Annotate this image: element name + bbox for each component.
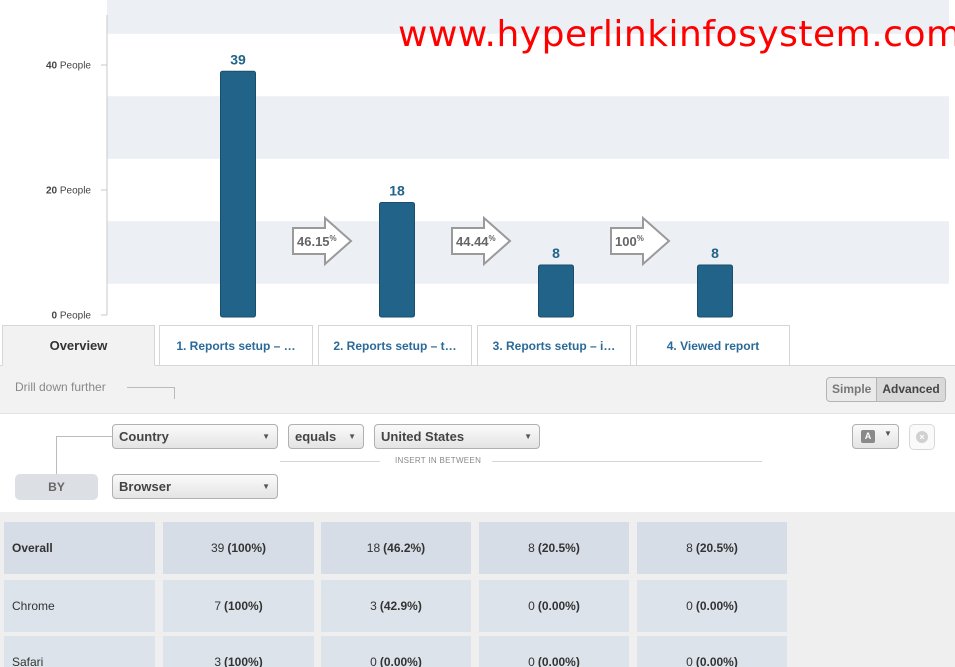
cell-percent: (20.5%): [695, 541, 738, 555]
cell-percent: (0.00%): [537, 655, 580, 667]
y-tick-label: 20 People: [46, 186, 91, 197]
chevron-down-icon: ▼: [262, 482, 270, 491]
breakdown-value: Browser: [119, 479, 172, 494]
watermark-text: www.hyperlinkinfosystem.com: [398, 14, 955, 55]
tab-overview[interactable]: Overview: [2, 325, 155, 366]
table-cell: 8 (20.5%): [637, 522, 787, 574]
cell-count: 7: [214, 599, 221, 613]
cell-percent: (20.5%): [537, 541, 580, 555]
cell-count: 0: [686, 599, 693, 613]
table-cell: 7 (100%): [163, 580, 314, 632]
connector-line: [56, 436, 112, 437]
table-cell: 0 (0.00%): [637, 580, 787, 632]
type-a-icon: A: [861, 430, 875, 443]
mode-toggle: Simple Advanced: [826, 377, 946, 402]
operator-value: equals: [295, 429, 337, 444]
simple-mode-button[interactable]: Simple: [827, 378, 876, 401]
by-button[interactable]: BY: [15, 474, 98, 500]
chevron-down-icon: ▼: [262, 432, 270, 441]
y-tick-label: 0 People: [52, 311, 92, 321]
bar-value-label: 18: [389, 183, 405, 199]
table-row-header[interactable]: Overall: [4, 522, 155, 574]
tab-step-2[interactable]: 2. Reports setup – t…: [318, 325, 472, 366]
tab-step-3[interactable]: 3. Reports setup – i…: [477, 325, 631, 366]
table-cell: 0 (0.00%): [321, 636, 471, 667]
chevron-down-icon: ▼: [884, 429, 892, 438]
table-cell: 39 (100%): [163, 522, 314, 574]
row-name: Overall: [12, 541, 53, 555]
divider: [280, 461, 380, 462]
cell-count: 0: [370, 655, 377, 667]
table-cell: 3 (42.9%): [321, 580, 471, 632]
value-select[interactable]: United States ▼: [374, 424, 540, 449]
table-cell: 8 (20.5%): [479, 522, 629, 574]
step-tabs: Overview 1. Reports setup – … 2. Reports…: [0, 325, 955, 366]
tab-label: 1. Reports setup – …: [176, 338, 296, 353]
tab-label: Overview: [49, 338, 108, 353]
row-name: Chrome: [12, 599, 55, 613]
tab-step-1[interactable]: 1. Reports setup – …: [159, 325, 313, 366]
operator-select[interactable]: equals ▼: [288, 424, 364, 449]
cell-count: 8: [528, 541, 535, 555]
connector-arrow-icon: [174, 387, 175, 399]
connector-line: [127, 387, 175, 388]
property-value: Country: [119, 429, 169, 444]
cell-percent: (42.9%): [379, 599, 422, 613]
type-select-button[interactable]: A ▼: [852, 424, 899, 449]
breakdown-select[interactable]: Browser ▼: [112, 474, 278, 499]
chevron-down-icon: ▼: [348, 432, 356, 441]
close-icon: ×: [916, 431, 928, 443]
filter-value: United States: [381, 429, 465, 444]
funnel-bar[interactable]: [220, 70, 256, 318]
table-row-header[interactable]: Safari: [4, 636, 155, 667]
table-cell: 0 (0.00%): [479, 580, 629, 632]
cell-percent: (100%): [224, 655, 263, 667]
drilldown-label: Drill down further: [15, 380, 106, 394]
bar-value-label: 39: [230, 51, 246, 67]
row-name: Safari: [12, 655, 44, 667]
cell-percent: (0.00%): [537, 599, 580, 613]
table-row-header[interactable]: Chrome: [4, 580, 155, 632]
table-cell: 0 (0.00%): [479, 636, 629, 667]
tab-step-4[interactable]: 4. Viewed report: [636, 325, 790, 366]
advanced-mode-button[interactable]: Advanced: [876, 378, 945, 401]
cell-count: 8: [686, 541, 693, 555]
cell-count: 3: [214, 655, 221, 667]
bar-value-label: 8: [711, 245, 719, 261]
cell-percent: (0.00%): [695, 599, 738, 613]
connector-line: [56, 436, 57, 474]
divider: [492, 461, 762, 462]
cell-percent: (0.00%): [695, 655, 738, 667]
funnel-bar[interactable]: [538, 264, 574, 318]
funnel-bar[interactable]: [379, 202, 415, 318]
filter-panel: Country ▼ equals ▼ United States ▼ INSER…: [0, 414, 955, 512]
tab-label: 3. Reports setup – i…: [492, 338, 616, 353]
cell-percent: (46.2%): [383, 541, 426, 555]
cell-percent: (100%): [224, 599, 263, 613]
funnel-bar[interactable]: [697, 264, 733, 318]
table-cell: 0 (0.00%): [637, 636, 787, 667]
tab-label: 4. Viewed report: [666, 338, 760, 353]
cell-count: 18: [366, 541, 381, 555]
property-select[interactable]: Country ▼: [112, 424, 278, 449]
cell-count: 0: [686, 655, 693, 667]
cell-count: 0: [528, 655, 535, 667]
cell-count: 3: [370, 599, 377, 613]
chevron-down-icon: ▼: [524, 432, 532, 441]
cell-count: 0: [528, 599, 535, 613]
remove-filter-button[interactable]: ×: [909, 424, 935, 450]
drilldown-header: Drill down further Simple Advanced: [0, 366, 955, 414]
cell-percent: (0.00%): [379, 655, 422, 667]
cell-percent: (100%): [227, 541, 267, 555]
cell-count: 39: [210, 541, 225, 555]
tab-label: 2. Reports setup – t…: [333, 338, 457, 353]
breakdown-table: Overall 39 (100%) 18 (46.2%) 8 (20.5%) 8 (20…: [0, 512, 955, 667]
insert-in-between-link[interactable]: INSERT IN BETWEEN: [395, 456, 481, 465]
table-cell: 3 (100%): [163, 636, 314, 667]
funnel-report: 0 People 20 People 40 People 39 18 8 8 46.15%…: [0, 0, 955, 667]
y-tick-label: 40 People: [46, 61, 91, 72]
bar-value-label: 8: [552, 245, 560, 261]
table-cell: 18 (46.2%): [321, 522, 471, 574]
